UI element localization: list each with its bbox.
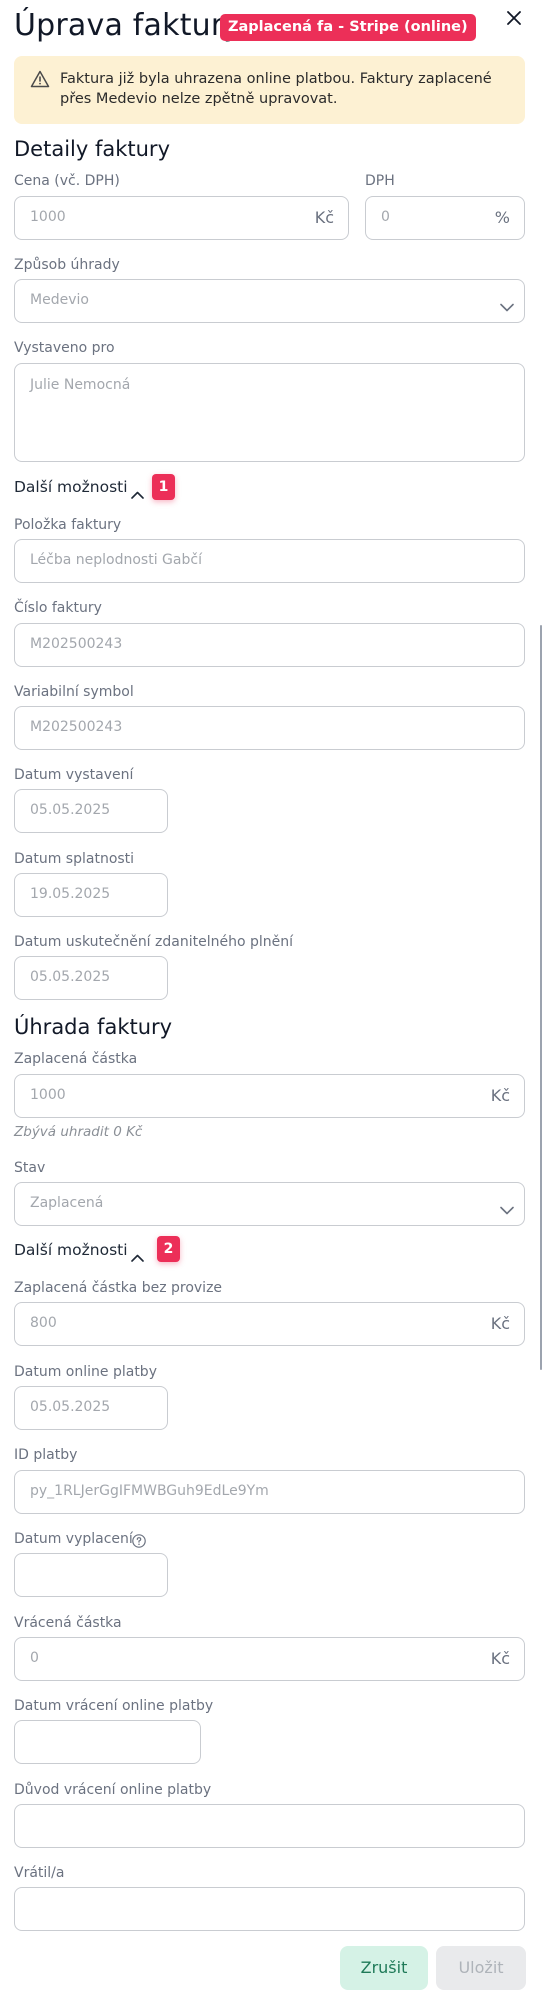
- refunded-amount-value: 0: [30, 1650, 39, 1666]
- price-unit: Kč: [314, 208, 334, 227]
- vat-unit: %: [494, 208, 510, 227]
- price-label: Cena (vč. DPH): [14, 173, 120, 189]
- status-badge: Zaplacená fa - Stripe (online): [220, 14, 476, 41]
- variable-symbol-label: Variabilní symbol: [14, 684, 134, 700]
- issue-date-input[interactable]: 05.05.2025: [14, 789, 168, 833]
- issued-for-label: Vystaveno pro: [14, 340, 115, 356]
- annotation-marker-2: 2: [157, 1236, 180, 1262]
- refunded-by-label: Vrátil/a: [14, 1865, 65, 1881]
- chevron-up-icon[interactable]: [131, 484, 144, 499]
- invoice-number-value: M202500243: [30, 636, 123, 652]
- refund-reason-input[interactable]: [14, 1804, 525, 1848]
- invoice-item-input[interactable]: Léčba neplodnosti Gabčí: [14, 539, 525, 583]
- payout-date-input[interactable]: [14, 1553, 168, 1597]
- more-options-label: Další možnosti: [14, 478, 128, 496]
- taxable-date-input[interactable]: 05.05.2025: [14, 956, 168, 1000]
- page-title: Úprava faktury: [14, 8, 242, 43]
- annotation-marker-1: 1: [152, 474, 175, 500]
- invoice-item-label: Položka faktury: [14, 517, 122, 533]
- online-payment-date-value: 05.05.2025: [30, 1399, 111, 1415]
- payment-method-value: Medevio: [30, 292, 89, 308]
- chevron-up-icon[interactable]: [131, 1247, 144, 1262]
- issued-for-textarea[interactable]: Julie Nemocná: [14, 363, 525, 462]
- payment-id-label: ID platby: [14, 1447, 78, 1463]
- invoice-number-input[interactable]: M202500243: [14, 623, 525, 667]
- invoice-number-label: Číslo faktury: [14, 600, 102, 616]
- more-options-toggle-2[interactable]: Další možnosti: [14, 1241, 128, 1259]
- payment-id-value: py_1RLJerGgIFMWBGuh9EdLe9Ym: [30, 1483, 269, 1499]
- section-title-invoice-details: Detaily faktury: [14, 137, 170, 161]
- taxable-date-value: 05.05.2025: [30, 969, 111, 985]
- due-date-label: Datum splatnosti: [14, 851, 135, 867]
- refund-date-label: Datum vrácení online platby: [14, 1698, 214, 1714]
- alert-text: Faktura již byla uhrazena online platbou…: [60, 71, 492, 107]
- refunded-amount-input[interactable]: 0 Kč: [14, 1637, 525, 1681]
- status-select[interactable]: Zaplacená: [14, 1182, 525, 1226]
- vat-input[interactable]: 0 %: [365, 196, 525, 240]
- price-input[interactable]: 1000 Kč: [14, 196, 349, 240]
- status-value: Zaplacená: [30, 1195, 104, 1211]
- payment-method-select[interactable]: Medevio: [14, 279, 525, 323]
- refunded-amount-label: Vrácená částka: [14, 1615, 122, 1631]
- remaining-hint: Zbývá uhradit 0 Kč: [14, 1124, 143, 1140]
- refund-reason-label: Důvod vrácení online platby: [14, 1782, 212, 1798]
- online-payment-date-input[interactable]: 05.05.2025: [14, 1386, 168, 1430]
- paid-amount-value: 1000: [30, 1087, 66, 1103]
- chevron-down-icon: [500, 297, 514, 312]
- vat-value: 0: [381, 209, 390, 225]
- payout-date-label: Datum vyplacení: [14, 1531, 133, 1547]
- issued-for-value: Julie Nemocná: [30, 377, 131, 393]
- close-icon[interactable]: [506, 10, 522, 26]
- warning-icon: [30, 70, 50, 88]
- vat-label: DPH: [365, 173, 395, 189]
- due-date-value: 19.05.2025: [30, 886, 111, 902]
- chevron-down-icon: [500, 1200, 514, 1215]
- variable-symbol-input[interactable]: M202500243: [14, 706, 525, 750]
- variable-symbol-value: M202500243: [30, 719, 123, 735]
- online-payment-date-label: Datum online platby: [14, 1364, 157, 1380]
- refund-date-input[interactable]: [14, 1720, 201, 1764]
- taxable-date-label: Datum uskutečnění zdanitelného plnění: [14, 934, 293, 950]
- more-options-toggle-1[interactable]: Další možnosti: [14, 478, 128, 496]
- issue-date-label: Datum vystavení: [14, 767, 134, 783]
- payment-method-label: Způsob úhrady: [14, 257, 120, 273]
- warning-alert: Faktura již byla uhrazena online platbou…: [14, 56, 525, 124]
- due-date-input[interactable]: 19.05.2025: [14, 873, 168, 917]
- section-title-payment: Úhrada faktury: [14, 1015, 173, 1039]
- more-options-label: Další možnosti: [14, 1241, 128, 1259]
- status-label: Stav: [14, 1160, 46, 1176]
- paid-without-fee-label: Zaplacená částka bez provize: [14, 1280, 223, 1296]
- paid-without-fee-input[interactable]: 800 Kč: [14, 1302, 525, 1346]
- help-icon[interactable]: [132, 1533, 146, 1548]
- paid-amount-input[interactable]: 1000 Kč: [14, 1074, 525, 1118]
- paid-amount-label: Zaplacená částka: [14, 1051, 138, 1067]
- issue-date-value: 05.05.2025: [30, 802, 111, 818]
- paid-amount-unit: Kč: [490, 1086, 510, 1105]
- paid-without-fee-unit: Kč: [490, 1314, 510, 1333]
- price-value: 1000: [30, 209, 66, 225]
- refunded-amount-unit: Kč: [490, 1649, 510, 1668]
- payment-id-input[interactable]: py_1RLJerGgIFMWBGuh9EdLe9Ym: [14, 1470, 525, 1514]
- save-button[interactable]: Uložit: [436, 1946, 526, 1990]
- refunded-by-input[interactable]: [14, 1887, 525, 1931]
- invoice-item-value: Léčba neplodnosti Gabčí: [30, 552, 202, 568]
- scrollbar[interactable]: [540, 625, 542, 1370]
- cancel-button[interactable]: Zrušit: [340, 1946, 428, 1990]
- paid-without-fee-value: 800: [30, 1315, 57, 1331]
